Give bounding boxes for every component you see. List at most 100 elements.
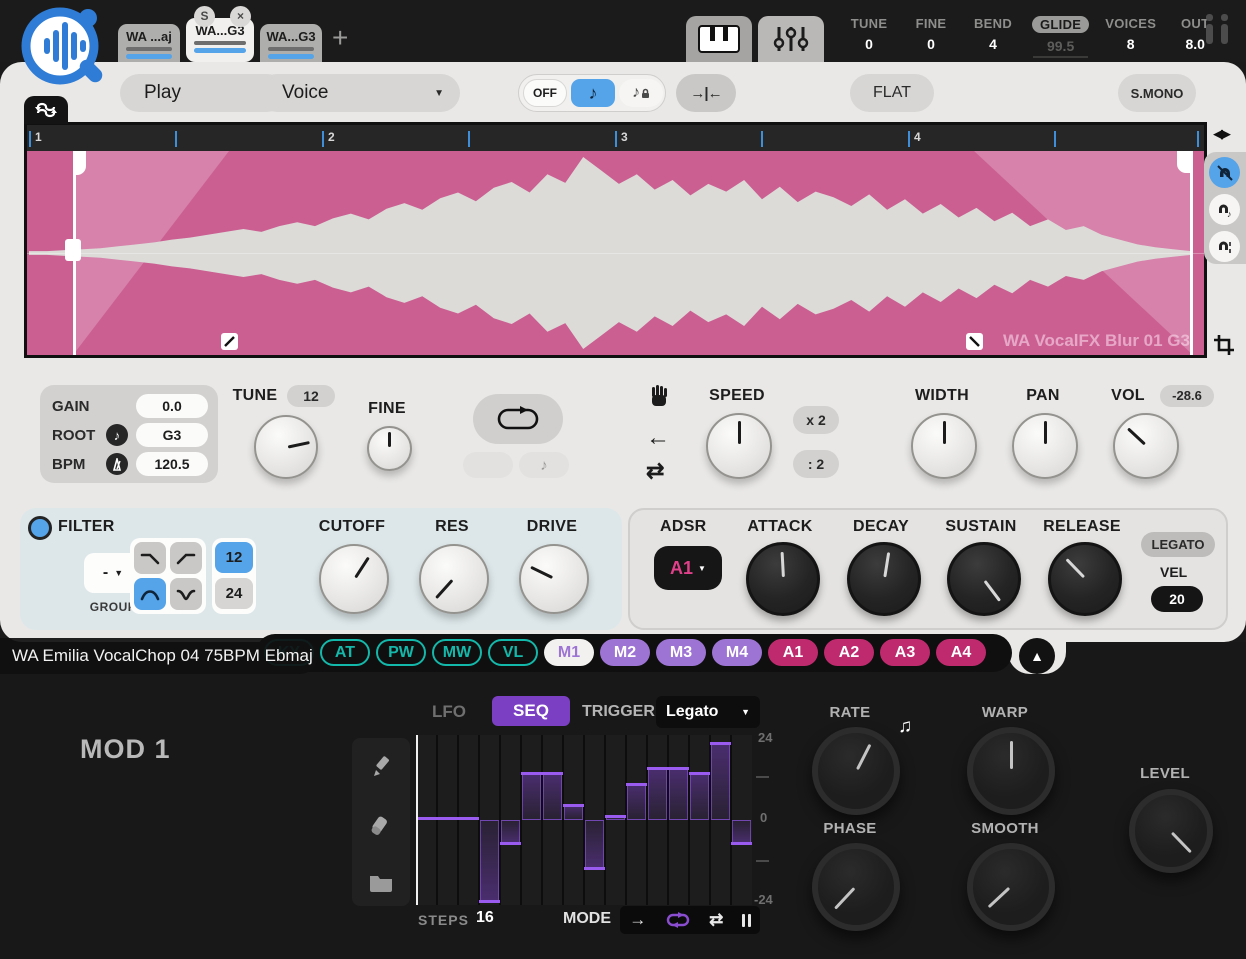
mod-source-at[interactable]: AT — [320, 639, 370, 666]
header-param-tune[interactable]: TUNE0 — [846, 16, 892, 52]
vol-knob[interactable] — [1113, 413, 1179, 479]
snap-to-center-button[interactable]: →|← — [676, 74, 736, 112]
seq-step-12[interactable] — [648, 767, 667, 820]
envelope-select-dropdown[interactable]: A1 ▼ — [654, 546, 722, 590]
loop-sync-empty-button[interactable] — [463, 452, 513, 478]
vel-value[interactable]: 20 — [1151, 586, 1203, 612]
header-param-voices[interactable]: VOICES8 — [1105, 16, 1156, 52]
drive-knob[interactable] — [519, 544, 589, 614]
end-marker-flag[interactable] — [1177, 151, 1190, 173]
seq-step-6[interactable] — [522, 772, 541, 820]
seq-step-13[interactable] — [669, 767, 688, 820]
eraser-tool-button[interactable] — [369, 812, 393, 836]
vol-value[interactable]: -28.6 — [1160, 385, 1214, 407]
tab-lfo[interactable]: LFO — [432, 702, 466, 722]
waveform-editor[interactable]: 1234 WA VocalFX Blur 01 G3 — [24, 122, 1207, 358]
seq-step-11[interactable] — [627, 783, 646, 820]
seq-step-9[interactable] — [585, 820, 604, 870]
preset-tab-1[interactable]: WA ...aj — [118, 24, 180, 62]
clef-icon[interactable]: ♪ — [106, 424, 128, 446]
param-value[interactable]: 0 — [927, 36, 935, 52]
reverse-icon[interactable]: ← — [646, 424, 670, 452]
speed-knob[interactable] — [706, 413, 772, 479]
snap-note-button[interactable]: ♪ — [1209, 194, 1240, 225]
speed-double-button[interactable]: x 2 — [793, 406, 839, 434]
mod-source-pw[interactable]: PW — [376, 639, 426, 666]
loop-sync-note-button[interactable]: ♪ — [519, 452, 569, 478]
cutoff-knob[interactable] — [319, 544, 389, 614]
mod-source-vl[interactable]: VL — [488, 639, 538, 666]
voice-mode-dropdown[interactable]: Voice ▼ — [258, 74, 460, 112]
mod-source-a3[interactable]: A3 — [880, 639, 930, 666]
crop-button[interactable] — [1212, 333, 1236, 362]
stereo-mono-button[interactable]: S.MONO — [1118, 74, 1196, 112]
preset-tab-3[interactable]: WA...G3 — [260, 24, 322, 62]
trigger-dropdown[interactable]: Legato ▼ — [656, 696, 760, 728]
header-param-bend[interactable]: BEND4 — [970, 16, 1016, 52]
tab-close-button[interactable]: × — [230, 6, 251, 27]
mod-source-a4[interactable]: A4 — [936, 639, 986, 666]
pan-knob[interactable] — [1012, 413, 1078, 479]
waveform-display[interactable]: WA VocalFX Blur 01 G3 — [27, 151, 1204, 355]
mode-hold-icon[interactable] — [742, 914, 751, 927]
header-param-glide[interactable]: GLIDE99.5 — [1032, 16, 1089, 58]
loop-mode-button[interactable] — [473, 394, 563, 444]
metronome-icon[interactable] — [106, 453, 128, 475]
tab-mixer-view[interactable] — [758, 16, 824, 62]
slope-12-button[interactable]: 12 — [215, 542, 253, 573]
snap-off-button[interactable] — [1209, 157, 1240, 188]
mode-pingpong-icon[interactable]: ⇄ — [709, 910, 723, 930]
sync-note-lock-button[interactable]: ♪ — [619, 79, 663, 107]
mod-source-a2[interactable]: A2 — [824, 639, 874, 666]
tab-solo-button[interactable]: S — [194, 6, 215, 27]
fine-knob[interactable] — [367, 426, 412, 471]
tab-keyboard-view[interactable] — [686, 16, 752, 62]
timeline-ruler[interactable]: 1234 — [27, 125, 1204, 151]
attack-knob[interactable] — [746, 542, 820, 616]
collapse-panel-button[interactable]: ▲ — [1019, 638, 1055, 674]
fade-in-handle[interactable] — [221, 333, 238, 350]
decay-knob[interactable] — [847, 542, 921, 616]
note-sync-icon[interactable]: ♫ — [898, 716, 912, 738]
expand-horizontal-icon[interactable]: ◀▶ — [1213, 126, 1229, 142]
param-value[interactable]: 8 — [1127, 36, 1135, 52]
bpm-value[interactable]: 120.5 — [136, 452, 208, 476]
tune-value[interactable]: 12 — [287, 385, 335, 407]
mode-loop-icon[interactable] — [665, 912, 691, 928]
param-value[interactable]: 99.5 — [1033, 38, 1088, 58]
slope-24-button[interactable]: 24 — [215, 578, 253, 609]
filter-notch-button[interactable] — [170, 578, 202, 610]
level-knob[interactable] — [1129, 789, 1213, 873]
sync-off-button[interactable]: OFF — [523, 79, 567, 107]
mode-forward-icon[interactable]: → — [629, 910, 646, 930]
flat-button[interactable]: FLAT — [850, 74, 934, 112]
param-value[interactable]: 4 — [989, 36, 997, 52]
seq-step-14[interactable] — [690, 772, 709, 820]
rate-knob[interactable] — [812, 727, 900, 815]
res-knob[interactable] — [419, 544, 489, 614]
step-sequencer-graph[interactable] — [416, 735, 752, 905]
end-marker[interactable] — [1190, 151, 1193, 355]
mod-source-m3[interactable]: M3 — [656, 639, 706, 666]
mod-source-a1[interactable]: A1 — [768, 639, 818, 666]
filter-highpass-button[interactable] — [170, 542, 202, 574]
gain-value[interactable]: 0.0 — [136, 394, 208, 418]
sustain-knob[interactable] — [947, 542, 1021, 616]
legato-button[interactable]: LEGATO — [1141, 532, 1215, 557]
start-marker-flag[interactable] — [73, 151, 86, 175]
tab-seq[interactable]: SEQ — [492, 696, 570, 726]
fade-out-handle[interactable] — [966, 333, 983, 350]
filter-lowpass-button[interactable] — [134, 542, 166, 574]
mod-source-m4[interactable]: M4 — [712, 639, 762, 666]
root-value[interactable]: G3 — [136, 423, 208, 447]
mod-source-m1[interactable]: M1 — [544, 639, 594, 666]
hand-tool-icon[interactable] — [648, 385, 670, 414]
filter-bandpass-button[interactable] — [134, 578, 166, 610]
param-value[interactable]: 0 — [865, 36, 873, 52]
sync-note-button[interactable]: ♪ — [571, 79, 615, 107]
start-marker-handle[interactable] — [65, 239, 81, 261]
seq-step-7[interactable] — [543, 772, 562, 820]
header-param-fine[interactable]: FINE0 — [908, 16, 954, 52]
width-knob[interactable] — [911, 413, 977, 479]
steps-value[interactable]: 16 — [476, 909, 494, 927]
